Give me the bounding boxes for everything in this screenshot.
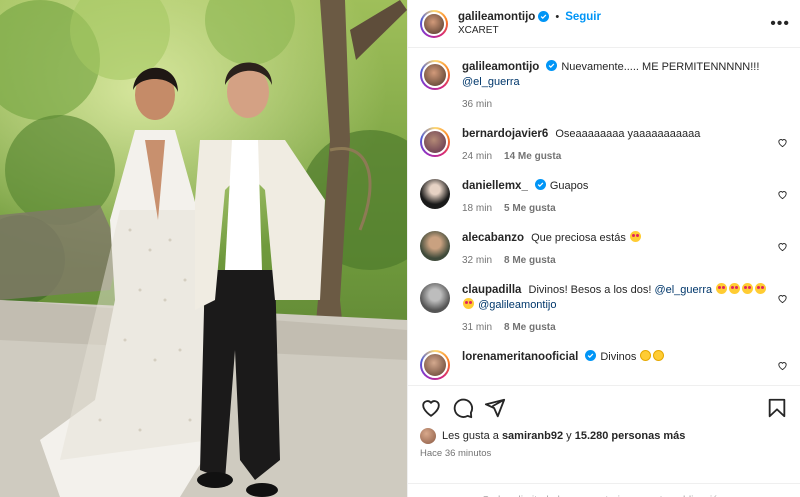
verified-icon — [534, 179, 546, 190]
likes-summary[interactable]: Les gusta a samiranb92 y 15.280 personas… — [420, 428, 788, 444]
post-photo[interactable] — [0, 0, 407, 497]
smile-emoji-icon — [653, 350, 665, 361]
comment-time[interactable]: 24 min — [462, 149, 492, 164]
heart-eyes-emoji-icon — [629, 231, 641, 242]
comment-text: Divinos — [600, 351, 637, 363]
separator-dot: • — [555, 10, 560, 23]
liker-username[interactable]: samiranb92 — [502, 430, 563, 442]
comment-avatar[interactable] — [420, 231, 450, 261]
post-location[interactable]: XCARET — [458, 24, 601, 38]
caption-text: Nuevamente..... ME PERMITENNNNN!!! — [561, 61, 760, 73]
post-panel: galileamontijo • Seguir XCARET ••• galil… — [407, 0, 800, 497]
caption-mention[interactable]: @el_guerra — [462, 76, 520, 88]
smile-emoji-icon — [640, 350, 652, 361]
caption-avatar[interactable] — [420, 60, 450, 90]
like-comment-heart-icon[interactable] — [777, 293, 788, 304]
verified-icon — [538, 11, 550, 22]
comments-limited-notice: Se han limitado los comentarios en esta … — [408, 483, 800, 497]
more-options-icon[interactable]: ••• — [770, 15, 790, 33]
comment-likes[interactable]: 8 Me gusta — [504, 253, 556, 268]
comment-item: bernardojavier6 Oseaaaaaaaa yaaaaaaaaaaa… — [420, 127, 788, 164]
likes-count[interactable]: 15.280 personas más — [575, 430, 686, 442]
likes-prefix: Les gusta a — [442, 430, 499, 442]
comment-username[interactable]: bernardojavier6 — [462, 128, 548, 140]
comment-time[interactable]: 18 min — [462, 201, 492, 216]
like-heart-icon[interactable] — [420, 397, 442, 419]
heart-eyes-emoji-icon — [755, 283, 767, 294]
comment-avatar[interactable] — [420, 283, 450, 313]
follow-button[interactable]: Seguir — [565, 10, 601, 24]
comment-text: Divinos! Besos a los dos! — [528, 284, 652, 296]
author-username[interactable]: galileamontijo — [458, 10, 535, 24]
post-actions: Les gusta a samiranb92 y 15.280 personas… — [408, 385, 800, 497]
author-avatar[interactable] — [420, 9, 448, 38]
like-comment-heart-icon[interactable] — [777, 360, 788, 371]
post-timestamp[interactable]: Hace 36 minutos — [420, 448, 788, 459]
like-comment-heart-icon[interactable] — [777, 189, 788, 200]
comment-username[interactable]: daniellemx_ — [462, 180, 528, 192]
share-paper-plane-icon[interactable] — [484, 397, 506, 419]
save-bookmark-icon[interactable] — [766, 397, 788, 419]
comment-item: claupadilla Divinos! Besos a los dos! @e… — [420, 283, 788, 335]
comment-time[interactable]: 32 min — [462, 253, 492, 268]
comment-mention[interactable]: @el_guerra — [654, 284, 712, 296]
comment-time[interactable]: 31 min — [462, 320, 492, 335]
like-comment-heart-icon[interactable] — [777, 137, 788, 148]
comment-likes[interactable]: 5 Me gusta — [504, 201, 556, 216]
liker-avatar[interactable] — [420, 428, 436, 444]
comment-text: Guapos — [549, 180, 589, 192]
like-comment-heart-icon[interactable] — [777, 241, 788, 252]
comment-username[interactable]: claupadilla — [462, 284, 521, 296]
comment-bubble-icon[interactable] — [452, 397, 474, 419]
heart-eyes-emoji-icon — [463, 298, 474, 309]
verified-icon — [546, 60, 558, 71]
comment-item: alecabanzo Que preciosa estás 32 min 8 M… — [420, 231, 788, 268]
post-header: galileamontijo • Seguir XCARET ••• — [408, 0, 800, 48]
verified-icon — [585, 350, 597, 361]
comment-avatar[interactable] — [420, 350, 450, 380]
likes-and: y — [566, 430, 572, 442]
comment-avatar[interactable] — [420, 179, 450, 209]
caption-time[interactable]: 36 min — [462, 97, 492, 112]
comment-likes[interactable]: 8 Me gusta — [504, 320, 556, 335]
comment-item: lorenameritanooficial Divinos — [420, 350, 788, 380]
comment-username[interactable]: alecabanzo — [462, 232, 524, 244]
caption-username[interactable]: galileamontijo — [462, 61, 539, 73]
comment-item: daniellemx_ Guapos 18 min 5 Me gusta — [420, 179, 788, 216]
comments-list[interactable]: galileamontijo Nuevamente..... ME PERMITE… — [408, 48, 800, 385]
comment-mention[interactable]: @galileamontijo — [478, 299, 556, 311]
comment-avatar[interactable] — [420, 127, 450, 157]
heart-eyes-emoji-icon — [729, 283, 741, 294]
heart-eyes-emoji-icon — [716, 283, 728, 294]
post-image — [0, 0, 407, 497]
comment-likes[interactable]: 14 Me gusta — [504, 149, 561, 164]
post-caption: galileamontijo Nuevamente..... ME PERMITE… — [420, 60, 788, 112]
comment-text: Que preciosa estás — [531, 232, 626, 244]
heart-eyes-emoji-icon — [742, 283, 754, 294]
comment-username[interactable]: lorenameritanooficial — [462, 351, 578, 363]
comment-text: Oseaaaaaaaa yaaaaaaaaaaa — [555, 128, 701, 140]
